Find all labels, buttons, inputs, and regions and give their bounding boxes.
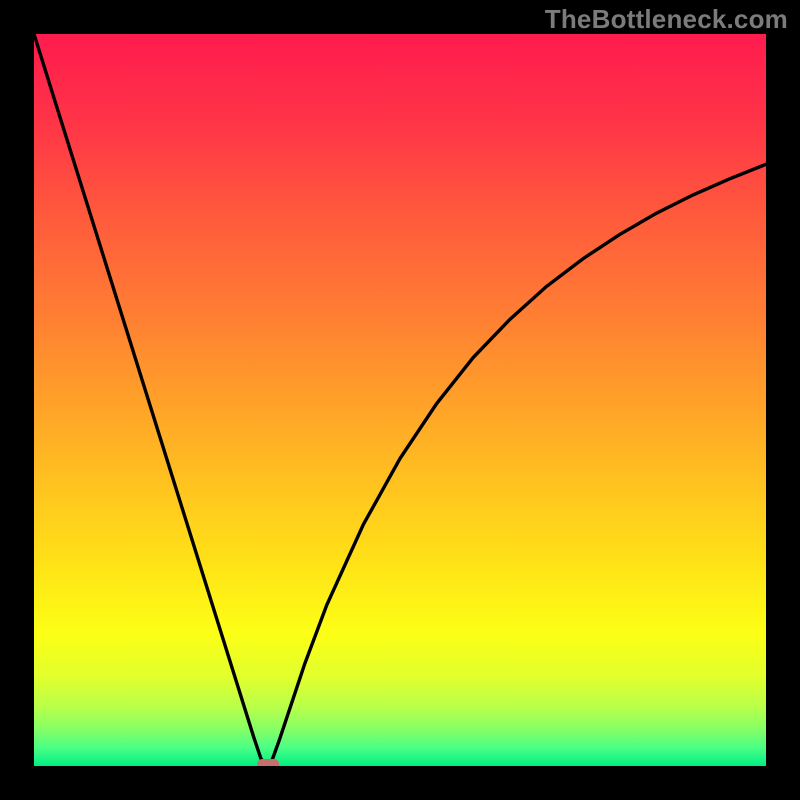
chart-background (34, 34, 766, 766)
watermark-text: TheBottleneck.com (545, 4, 788, 35)
chart-plot-area (34, 34, 766, 766)
chart-frame: TheBottleneck.com (0, 0, 800, 800)
chart-svg (34, 34, 766, 766)
minimum-marker (257, 759, 279, 766)
